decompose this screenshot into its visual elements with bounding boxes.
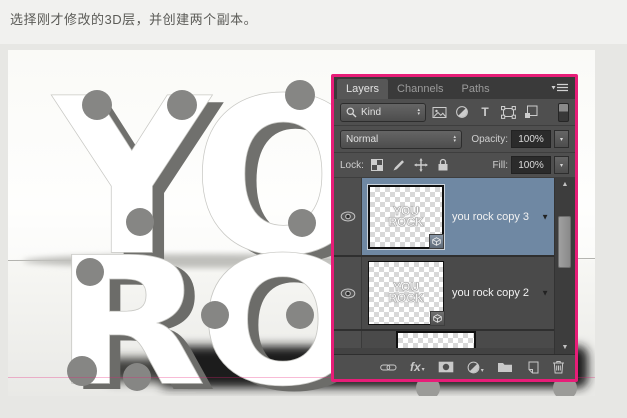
pixel-filter-icon — [432, 106, 447, 119]
dropdown-arrows-icon: ▴▾ — [417, 108, 420, 116]
smart-object-cube-icon — [432, 237, 441, 246]
blend-row: Normal ▴▾ Opacity: 100% ▾ — [334, 126, 575, 153]
marquee-dot — [285, 80, 315, 110]
search-icon — [346, 107, 357, 118]
lock-position-button[interactable] — [412, 157, 430, 174]
fill-label: Fill: — [492, 160, 508, 171]
eye-icon — [340, 211, 356, 222]
lock-all-icon — [437, 158, 449, 172]
caption-text: 选择刚才修改的3D层，并创建两个副本。 — [10, 9, 257, 28]
link-layers-icon — [380, 363, 397, 372]
lock-label: Lock: — [340, 160, 364, 171]
panel-bottom-toolbar: fx ▾ ▾ — [334, 354, 575, 379]
filter-kind-label: Kind — [361, 107, 381, 118]
type-filter-icon: T — [481, 105, 488, 119]
layer-style-icon: fx — [410, 362, 421, 373]
layer-row-partial[interactable] — [334, 331, 554, 348]
layer-effects-arrow-icon[interactable]: ▼ — [541, 212, 549, 221]
layer-name[interactable]: you rock copy 3 — [452, 211, 529, 223]
marquee-dot — [82, 90, 112, 120]
filter-row: Kind ▴▾ T — [334, 99, 575, 126]
smart-object-badge — [430, 311, 445, 326]
panel-menu-icon — [551, 82, 569, 94]
fill-value-field[interactable]: 100% — [511, 156, 551, 174]
layer-thumbnail[interactable]: YOUROCK — [368, 261, 444, 325]
layer-mask-button[interactable] — [438, 361, 454, 373]
blend-mode-value: Normal — [346, 134, 378, 145]
smart-object-filter-icon — [524, 105, 538, 119]
marquee-dot — [288, 209, 316, 237]
layer-name[interactable]: you rock copy 2 — [452, 287, 529, 299]
lock-transparency-button[interactable] — [368, 157, 386, 174]
layers-scrollbar[interactable]: ▲ ▼ — [554, 178, 575, 354]
lock-pixels-button[interactable] — [390, 157, 408, 174]
blend-mode-dropdown[interactable]: Normal ▴▾ — [340, 130, 462, 149]
adjustment-layer-icon — [467, 361, 480, 374]
new-layer-button[interactable] — [526, 361, 539, 374]
layer-row-you-rock-copy-3[interactable]: YOUROCK you rock copy 3 ▼ — [334, 178, 554, 257]
layer-group-icon — [497, 361, 513, 373]
layer-thumbnail[interactable]: YOUROCK — [368, 185, 444, 249]
layer-mask-icon — [438, 361, 454, 373]
layers-list: YOUROCK you rock copy 3 ▼ — [334, 178, 575, 354]
marquee-dot — [201, 301, 229, 329]
panel-menu-button[interactable] — [549, 81, 571, 95]
opacity-value-field[interactable]: 100% — [511, 130, 551, 148]
layer-row-you-rock-copy-2[interactable]: YOUROCK you rock copy 2 ▼ — [334, 257, 554, 331]
shape-filter-button[interactable] — [498, 103, 518, 121]
tab-channels[interactable]: Channels — [388, 79, 452, 99]
scrollbar-thumb[interactable] — [558, 216, 571, 268]
lock-position-icon — [414, 158, 428, 172]
type-filter-button[interactable]: T — [475, 103, 495, 121]
link-layers-button[interactable] — [380, 363, 397, 372]
filter-toggle[interactable] — [558, 103, 569, 122]
delete-layer-icon — [552, 360, 565, 374]
adjustment-layer-button[interactable]: ▾ — [467, 361, 484, 374]
visibility-toggle[interactable] — [334, 331, 362, 348]
layer-thumbnail — [396, 331, 476, 348]
lock-row: Lock: — [334, 153, 575, 178]
flyout-arrow-icon: ▾ — [481, 367, 484, 374]
visibility-toggle[interactable] — [334, 257, 362, 329]
layer-group-button[interactable] — [497, 361, 513, 373]
smart-object-badge — [429, 234, 444, 249]
layers-panel: Layers Channels Paths Kind ▴▾ — [331, 74, 578, 382]
opacity-label: Opacity: — [471, 134, 508, 145]
lock-all-button[interactable] — [434, 157, 452, 174]
panel-tab-bar: Layers Channels Paths — [334, 77, 575, 99]
scroll-down-icon[interactable]: ▼ — [555, 344, 575, 351]
scroll-up-icon[interactable]: ▲ — [555, 181, 575, 188]
new-layer-icon — [526, 361, 539, 374]
marquee-dot — [286, 301, 314, 329]
screenshot-root: 选择刚才修改的3D层，并创建两个副本。 YO YO RO — [0, 0, 627, 418]
lock-transparency-icon — [371, 159, 383, 171]
pixel-filter-button[interactable] — [429, 103, 449, 121]
flyout-arrow-icon: ▾ — [422, 366, 425, 373]
eye-icon — [340, 288, 356, 299]
layer-style-button[interactable]: fx ▾ — [410, 362, 425, 373]
dropdown-arrows-icon: ▴▾ — [453, 135, 456, 143]
layer-effects-arrow-icon[interactable]: ▼ — [541, 289, 549, 298]
tab-layers[interactable]: Layers — [337, 79, 388, 99]
marquee-dot — [76, 258, 104, 286]
marquee-dot — [67, 356, 97, 386]
tab-paths[interactable]: Paths — [453, 79, 499, 99]
marquee-dot — [126, 208, 154, 236]
lock-pixels-icon — [392, 158, 406, 172]
delete-layer-button[interactable] — [552, 360, 565, 374]
visibility-toggle[interactable] — [334, 178, 362, 255]
smart-object-cube-icon — [433, 314, 442, 323]
adjustment-filter-button[interactable] — [452, 103, 472, 121]
fill-dropdown-button[interactable]: ▾ — [554, 156, 569, 174]
smart-object-filter-button[interactable] — [521, 103, 541, 121]
shape-filter-icon — [501, 106, 516, 119]
adjustment-filter-icon — [455, 105, 469, 119]
filter-kind-dropdown[interactable]: Kind ▴▾ — [340, 103, 426, 122]
opacity-dropdown-button[interactable]: ▾ — [554, 130, 569, 148]
marquee-dot — [167, 90, 197, 120]
